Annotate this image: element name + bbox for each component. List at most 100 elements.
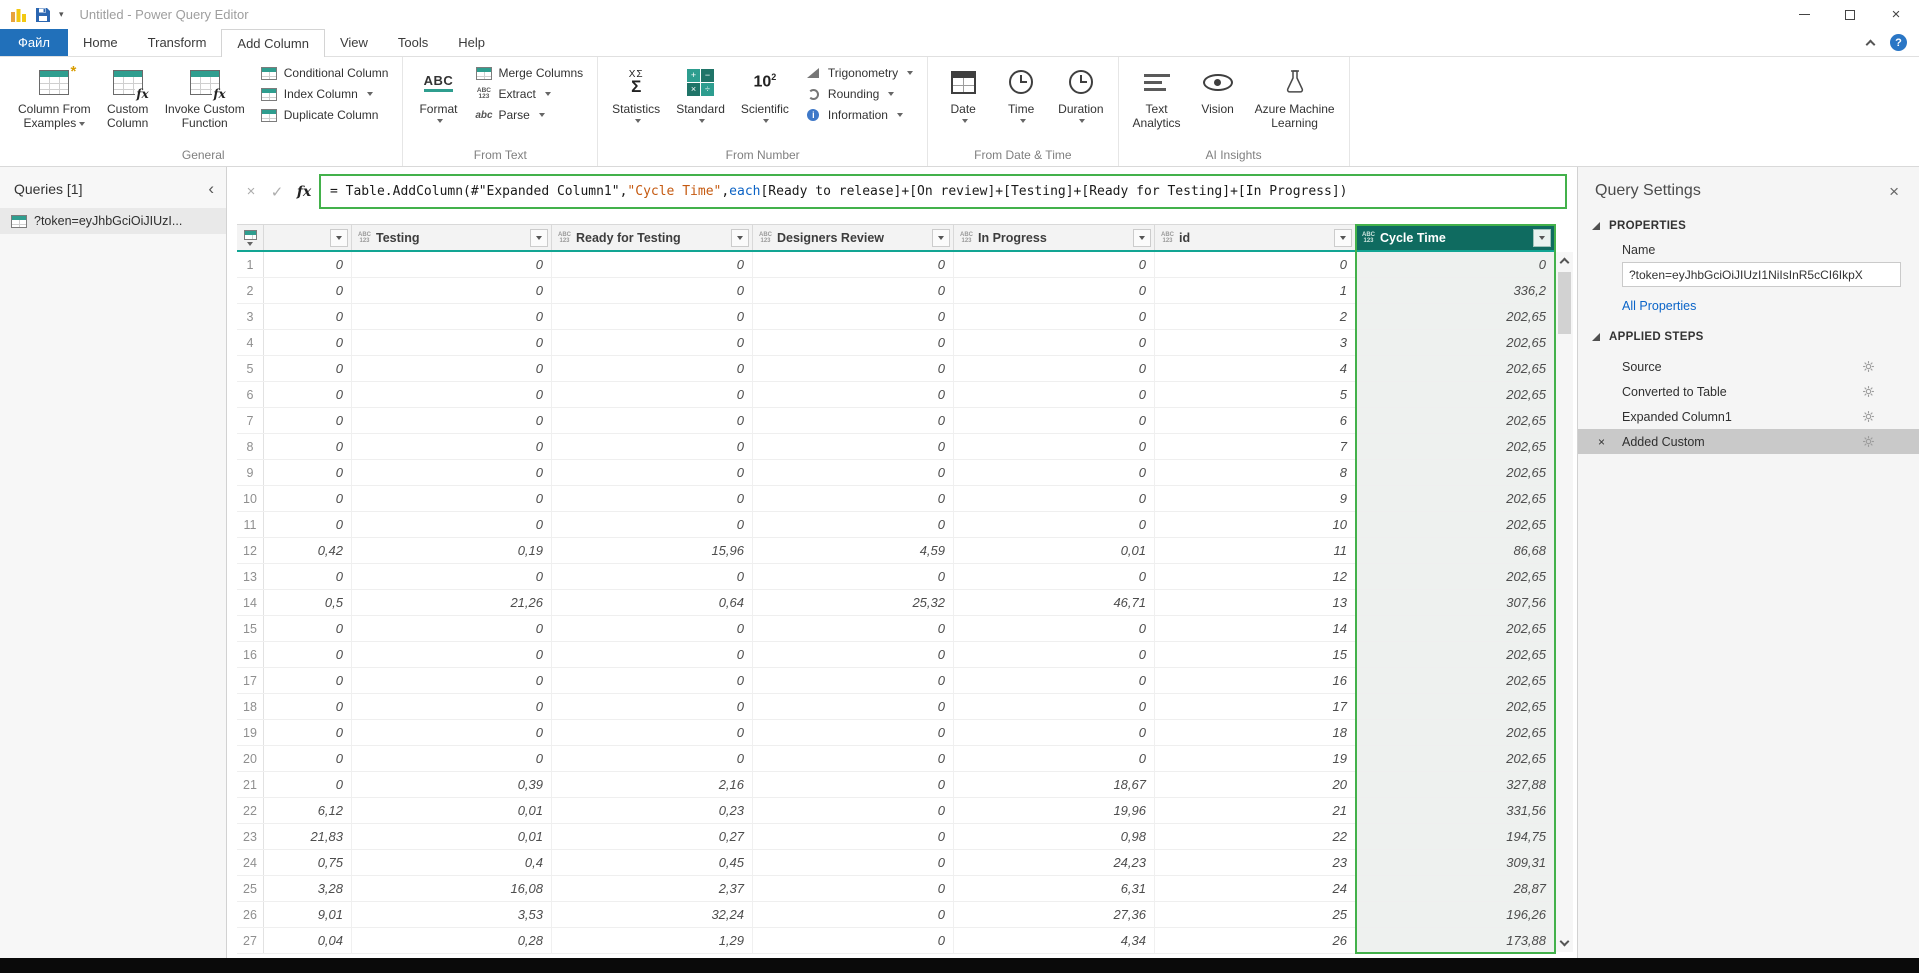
filter-dropdown-icon[interactable] [1133,229,1151,247]
row-number[interactable]: 10 [237,486,264,511]
vertical-scrollbar[interactable] [1556,252,1573,952]
query-name-input[interactable]: ?token=eyJhbGciOiJIUzI1NiIsInR5cCI6IkpX [1622,262,1901,287]
table-cell[interactable]: 32,24 [552,902,753,927]
table-cell[interactable]: 0 [753,408,954,433]
table-cell[interactable]: 15 [1155,642,1356,667]
filter-dropdown-icon[interactable] [1334,229,1352,247]
table-cell[interactable]: 0 [552,460,753,485]
table-cell[interactable]: 3 [1155,330,1356,355]
ribbon-button-vision[interactable]: Vision [1190,60,1246,147]
step-settings-gear-icon[interactable] [1862,360,1875,373]
table-cell[interactable]: 0 [352,616,552,641]
table-cell[interactable]: 0 [552,278,753,303]
applied-step-source[interactable]: Source [1578,354,1919,379]
ribbon-button-statistics[interactable]: ΧΣΣStatistics [605,60,667,147]
table-cell[interactable]: 202,65 [1356,564,1555,589]
ribbon-button-column-from-examples[interactable]: *Column FromExamples [11,60,98,147]
table-cell[interactable]: 5 [1155,382,1356,407]
ribbon-button-scientific[interactable]: 102Scientific [734,60,796,147]
table-cell[interactable]: 16,08 [352,876,552,901]
table-cell[interactable]: 21,26 [352,590,552,615]
table-cell[interactable]: 0 [954,356,1155,381]
table-cell[interactable]: 0 [264,642,352,667]
row-number[interactable]: 26 [237,902,264,927]
table-cell[interactable]: 16 [1155,668,1356,693]
table-cell[interactable]: 0 [352,642,552,667]
table-cell[interactable]: 19 [1155,746,1356,771]
table-cell[interactable]: 0 [552,694,753,719]
table-cell[interactable]: 9,01 [264,902,352,927]
table-cell[interactable]: 0 [954,694,1155,719]
table-cell[interactable]: 18,67 [954,772,1155,797]
table-cell[interactable]: 19,96 [954,798,1155,823]
column-header-designers-review[interactable]: ABC123Designers Review [753,225,954,250]
table-cell[interactable]: 6,12 [264,798,352,823]
table-cell[interactable]: 0 [753,356,954,381]
table-cell[interactable]: 0 [753,850,954,875]
table-cell[interactable]: 0,23 [552,798,753,823]
table-cell[interactable]: 0,75 [264,850,352,875]
ribbon-button-extract[interactable]: ABC123Extract [471,86,587,102]
row-number[interactable]: 12 [237,538,264,563]
table-cell[interactable]: 0 [264,512,352,537]
ribbon-button-conditional-column[interactable]: Conditional Column [257,65,393,81]
table-cell[interactable]: 3,28 [264,876,352,901]
table-cell[interactable]: 0,98 [954,824,1155,849]
table-cell[interactable]: 202,65 [1356,746,1555,771]
table-cell[interactable]: 202,65 [1356,434,1555,459]
table-cell[interactable]: 0 [352,512,552,537]
select-all-corner[interactable] [237,225,264,250]
all-properties-link[interactable]: All Properties [1578,297,1919,323]
row-number[interactable]: 19 [237,720,264,745]
ribbon-button-text-analytics[interactable]: TextAnalytics [1126,60,1188,147]
table-cell[interactable]: 331,56 [1356,798,1555,823]
table-cell[interactable]: 12 [1155,564,1356,589]
table-cell[interactable]: 0,04 [264,928,352,953]
ribbon-button-date[interactable]: Date [935,60,991,147]
table-cell[interactable]: 0,5 [264,590,352,615]
table-cell[interactable]: 0 [753,486,954,511]
column-header-unnamed[interactable] [264,225,352,250]
table-cell[interactable]: 23 [1155,850,1356,875]
row-number[interactable]: 27 [237,928,264,953]
table-cell[interactable]: 0,42 [264,538,352,563]
table-cell[interactable]: 0 [954,382,1155,407]
table-cell[interactable]: 0,4 [352,850,552,875]
table-cell[interactable]: 10 [1155,512,1356,537]
table-cell[interactable]: 0 [753,876,954,901]
tab-view[interactable]: View [325,29,383,56]
row-number[interactable]: 1 [237,252,264,277]
row-number[interactable]: 24 [237,850,264,875]
table-cell[interactable]: 0 [954,616,1155,641]
table-cell[interactable]: 202,65 [1356,460,1555,485]
table-cell[interactable]: 0 [954,486,1155,511]
table-cell[interactable]: 4,34 [954,928,1155,953]
row-number[interactable]: 25 [237,876,264,901]
table-cell[interactable]: 9 [1155,486,1356,511]
table-cell[interactable]: 202,65 [1356,512,1555,537]
table-cell[interactable]: 0,01 [954,538,1155,563]
cancel-formula-button[interactable]: × [239,183,263,200]
table-cell[interactable]: 0,39 [352,772,552,797]
row-number[interactable]: 8 [237,434,264,459]
table-cell[interactable]: 2,37 [552,876,753,901]
table-cell[interactable]: 0 [552,252,753,277]
table-cell[interactable]: 4 [1155,356,1356,381]
table-cell[interactable]: 21,83 [264,824,352,849]
table-cell[interactable]: 327,88 [1356,772,1555,797]
table-cell[interactable]: 0 [954,434,1155,459]
table-cell[interactable]: 0 [552,382,753,407]
row-number[interactable]: 15 [237,616,264,641]
table-cell[interactable]: 202,65 [1356,668,1555,693]
table-cell[interactable]: 0 [1155,252,1356,277]
table-cell[interactable]: 0 [352,746,552,771]
ribbon-button-invoke-custom-function[interactable]: fxInvoke CustomFunction [158,60,252,147]
ribbon-button-time[interactable]: Time [993,60,1049,147]
row-number[interactable]: 3 [237,304,264,329]
table-cell[interactable]: 0 [954,720,1155,745]
table-cell[interactable]: 24,23 [954,850,1155,875]
table-cell[interactable]: 1 [1155,278,1356,303]
maximize-button[interactable] [1827,0,1873,29]
table-cell[interactable]: 0 [954,642,1155,667]
table-cell[interactable]: 0 [264,252,352,277]
